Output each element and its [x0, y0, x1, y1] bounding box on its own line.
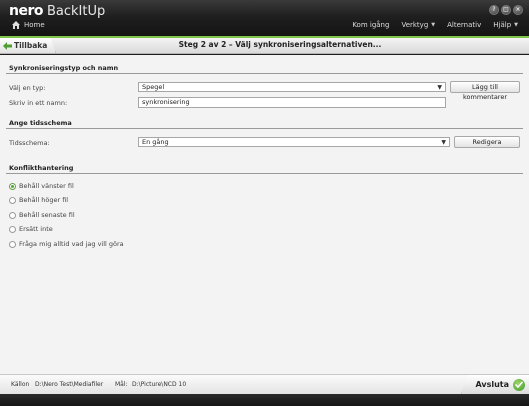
radio-label: Behåll senaste fil: [19, 211, 75, 219]
checkmark-icon: [513, 378, 525, 391]
back-button[interactable]: Tillbaka: [0, 38, 56, 53]
section-divider: [6, 73, 523, 74]
logo-app-name: BackItUp: [46, 4, 106, 19]
destination-label: Mål:: [115, 381, 128, 388]
status-bar: [0, 394, 529, 406]
radio-keep-left[interactable]: Behåll vänster fil: [9, 182, 74, 190]
schedule-select[interactable]: En gång ▼: [138, 137, 450, 147]
schedule-select-value: En gång: [142, 138, 169, 146]
edit-button[interactable]: Redigera: [454, 136, 520, 148]
radio-label: Ersätt inte: [19, 225, 53, 233]
help-icon[interactable]: ?: [489, 5, 499, 15]
nav-bar: Tillbaka Steg 2 av 2 – Välj synkroniseri…: [0, 38, 529, 54]
add-comments-button[interactable]: Lägg till kommentarer: [450, 81, 520, 101]
section-divider: [6, 173, 523, 174]
type-select-value: Spegel: [142, 83, 165, 91]
radio-keep-newest[interactable]: Behåll senaste fil: [9, 211, 75, 219]
dropdown-arrow-icon: ▼: [441, 139, 446, 146]
footer-bar: Källon D:\Nero Test\Mediafiler Mål: D:\P…: [0, 374, 529, 394]
title-bar: nero BackItUp Home ? □ × Kom igång Verkt…: [0, 0, 529, 36]
radio-label: Fråga mig alltid vad jag vill göra: [19, 240, 124, 248]
main-content: Synkroniseringstyp och namn Välj en typ:…: [0, 55, 529, 374]
radio-label: Behåll vänster fil: [19, 182, 74, 190]
home-icon: [12, 21, 20, 29]
finish-label: Avsluta: [475, 380, 509, 389]
menu-item-getting-started[interactable]: Kom igång: [352, 21, 389, 29]
radio-button[interactable]: [9, 240, 16, 248]
schedule-label: Tidsschema:: [9, 139, 50, 147]
radio-do-not-replace[interactable]: Ersätt inte: [9, 225, 53, 233]
radio-button[interactable]: [9, 196, 16, 204]
type-label: Välj en typ:: [9, 84, 46, 92]
dropdown-arrow-icon: ▼: [437, 84, 442, 91]
caret-down-icon: ▼: [431, 22, 436, 28]
name-input[interactable]: synkronisering: [138, 97, 446, 108]
menu-item-help[interactable]: Hjälp ▼: [493, 21, 518, 29]
menu-item-label: Hjälp: [493, 21, 512, 29]
radio-button-checked[interactable]: [9, 182, 16, 190]
menu-item-tools[interactable]: Verktyg ▼: [401, 21, 435, 29]
app-window: nero BackItUp Home ? □ × Kom igång Verkt…: [0, 0, 529, 406]
caret-down-icon: ▼: [514, 22, 518, 28]
main-menu: Kom igång Verktyg ▼ Alternativ Hjälp ▼: [352, 21, 518, 29]
logo-brand: nero: [9, 3, 43, 19]
back-label: Tillbaka: [14, 41, 48, 50]
section-title-conflict: Konflikthantering: [9, 164, 74, 172]
radio-label: Behåll höger fil: [19, 196, 69, 204]
menu-item-options[interactable]: Alternativ: [447, 21, 481, 29]
section-title-sync: Synkroniseringstyp och namn: [9, 64, 119, 72]
back-arrow-icon: [3, 41, 12, 50]
section-divider: [6, 128, 523, 129]
window-controls: ? □ ×: [489, 5, 523, 15]
section-title-schedule: Ange tidsschema: [9, 119, 72, 127]
radio-keep-right[interactable]: Behåll höger fil: [9, 196, 68, 204]
source-label: Källon: [11, 381, 30, 388]
radio-button[interactable]: [9, 211, 16, 219]
app-logo: nero BackItUp: [9, 3, 105, 19]
close-icon[interactable]: ×: [513, 5, 523, 15]
menu-item-label: Alternativ: [447, 21, 482, 29]
menu-item-label: Verktyg: [401, 21, 429, 29]
radio-always-ask[interactable]: Fråga mig alltid vad jag vill göra: [9, 240, 124, 248]
type-select[interactable]: Spegel ▼: [138, 82, 446, 92]
radio-button[interactable]: [9, 225, 16, 233]
source-path: D:\Nero Test\Mediafiler: [35, 381, 104, 388]
page-title: Steg 2 av 2 – Välj synkroniseringsaltern…: [178, 40, 382, 49]
destination-path: D:\Picture\NCD 10: [132, 381, 187, 388]
maximize-icon[interactable]: □: [501, 5, 511, 15]
home-label: Home: [24, 21, 45, 29]
menu-item-label: Kom igång: [352, 21, 390, 29]
finish-button[interactable]: Avsluta: [461, 375, 529, 394]
name-label: Skriv in ett namn:: [9, 99, 68, 107]
home-button[interactable]: Home: [12, 21, 45, 29]
